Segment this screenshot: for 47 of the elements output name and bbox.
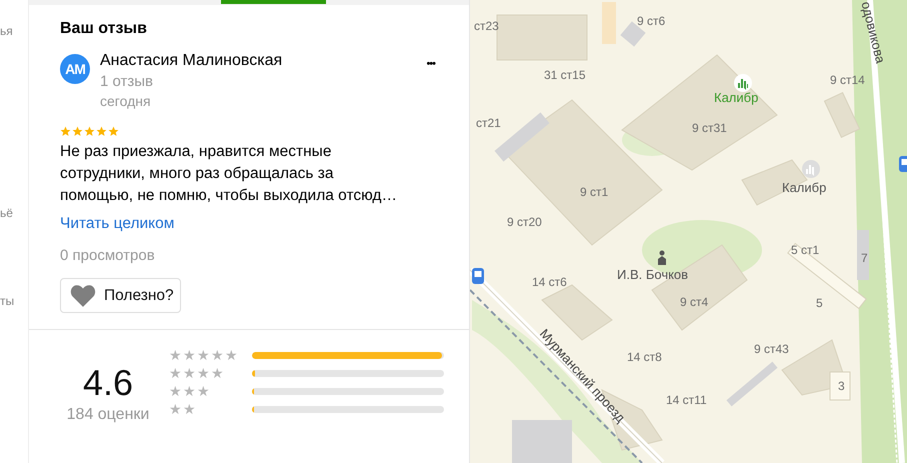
section-heading: Ваш отзыв <box>60 20 147 38</box>
heart-icon <box>70 284 96 307</box>
map-label: Калибр <box>782 180 826 195</box>
map-label: 14 ст11 <box>666 393 707 407</box>
tab-indicator[interactable] <box>221 0 326 4</box>
map-label: ст23 <box>474 19 499 33</box>
author-name[interactable]: Анастасия Малиновская <box>100 52 426 70</box>
monument-icon <box>655 250 669 266</box>
helpful-button[interactable]: Полезно? <box>60 278 181 313</box>
map-label: 3 <box>838 379 845 393</box>
star-label: ★★★★★ <box>169 348 239 362</box>
map-label: 9 ст20 <box>507 215 542 229</box>
building-shape <box>512 420 572 463</box>
map-label: Калибр <box>714 90 758 105</box>
review-count: 1 отзыв <box>100 73 154 90</box>
bus-stop-icon <box>472 268 484 284</box>
map-label: ст21 <box>476 116 501 130</box>
view-count: 0 просмотров <box>60 247 155 264</box>
map-label: 9 ст1 <box>580 185 608 199</box>
map-label: 9 ст43 <box>754 342 789 356</box>
map-label: 7 <box>861 251 868 265</box>
sidebar-label[interactable]: ты <box>0 294 14 308</box>
map-label: 9 ст4 <box>680 295 708 309</box>
building-icon <box>802 160 820 178</box>
map-label: И.В. Бочков <box>617 267 688 282</box>
more-button[interactable]: ••• <box>426 58 441 70</box>
star-label: ★★ <box>169 402 197 416</box>
map-label: 5 <box>816 296 823 310</box>
map-label: 9 ст6 <box>637 14 666 28</box>
map-label: 14 ст8 <box>627 350 662 364</box>
rating-score: 4.6 <box>82 362 134 404</box>
building-icon <box>734 74 752 92</box>
map-label: 9 ст14 <box>830 73 865 87</box>
read-more-link[interactable]: Читать целиком <box>60 215 174 233</box>
map-label: 14 ст6 <box>532 275 567 289</box>
star-label: ★★★★ <box>169 366 225 380</box>
map-label: 5 ст1 <box>791 243 820 257</box>
building-shape <box>602 2 616 44</box>
rating-count: 184 оценки <box>66 406 150 424</box>
review-date: сегодня <box>100 93 152 109</box>
star-label: ★★★ <box>169 384 211 398</box>
sidebar-label[interactable]: ья <box>0 24 13 38</box>
map-label: 9 ст31 <box>692 121 727 135</box>
avatar: АМ <box>60 54 90 84</box>
review-text: Не раз приезжала, нравится местные сотрудники, много раз обращалась за помощью, не помню, чтобы выходила отсюд… <box>60 142 398 206</box>
map-label: 31 ст15 <box>544 68 586 82</box>
sidebar-label[interactable]: ьё <box>0 206 13 220</box>
